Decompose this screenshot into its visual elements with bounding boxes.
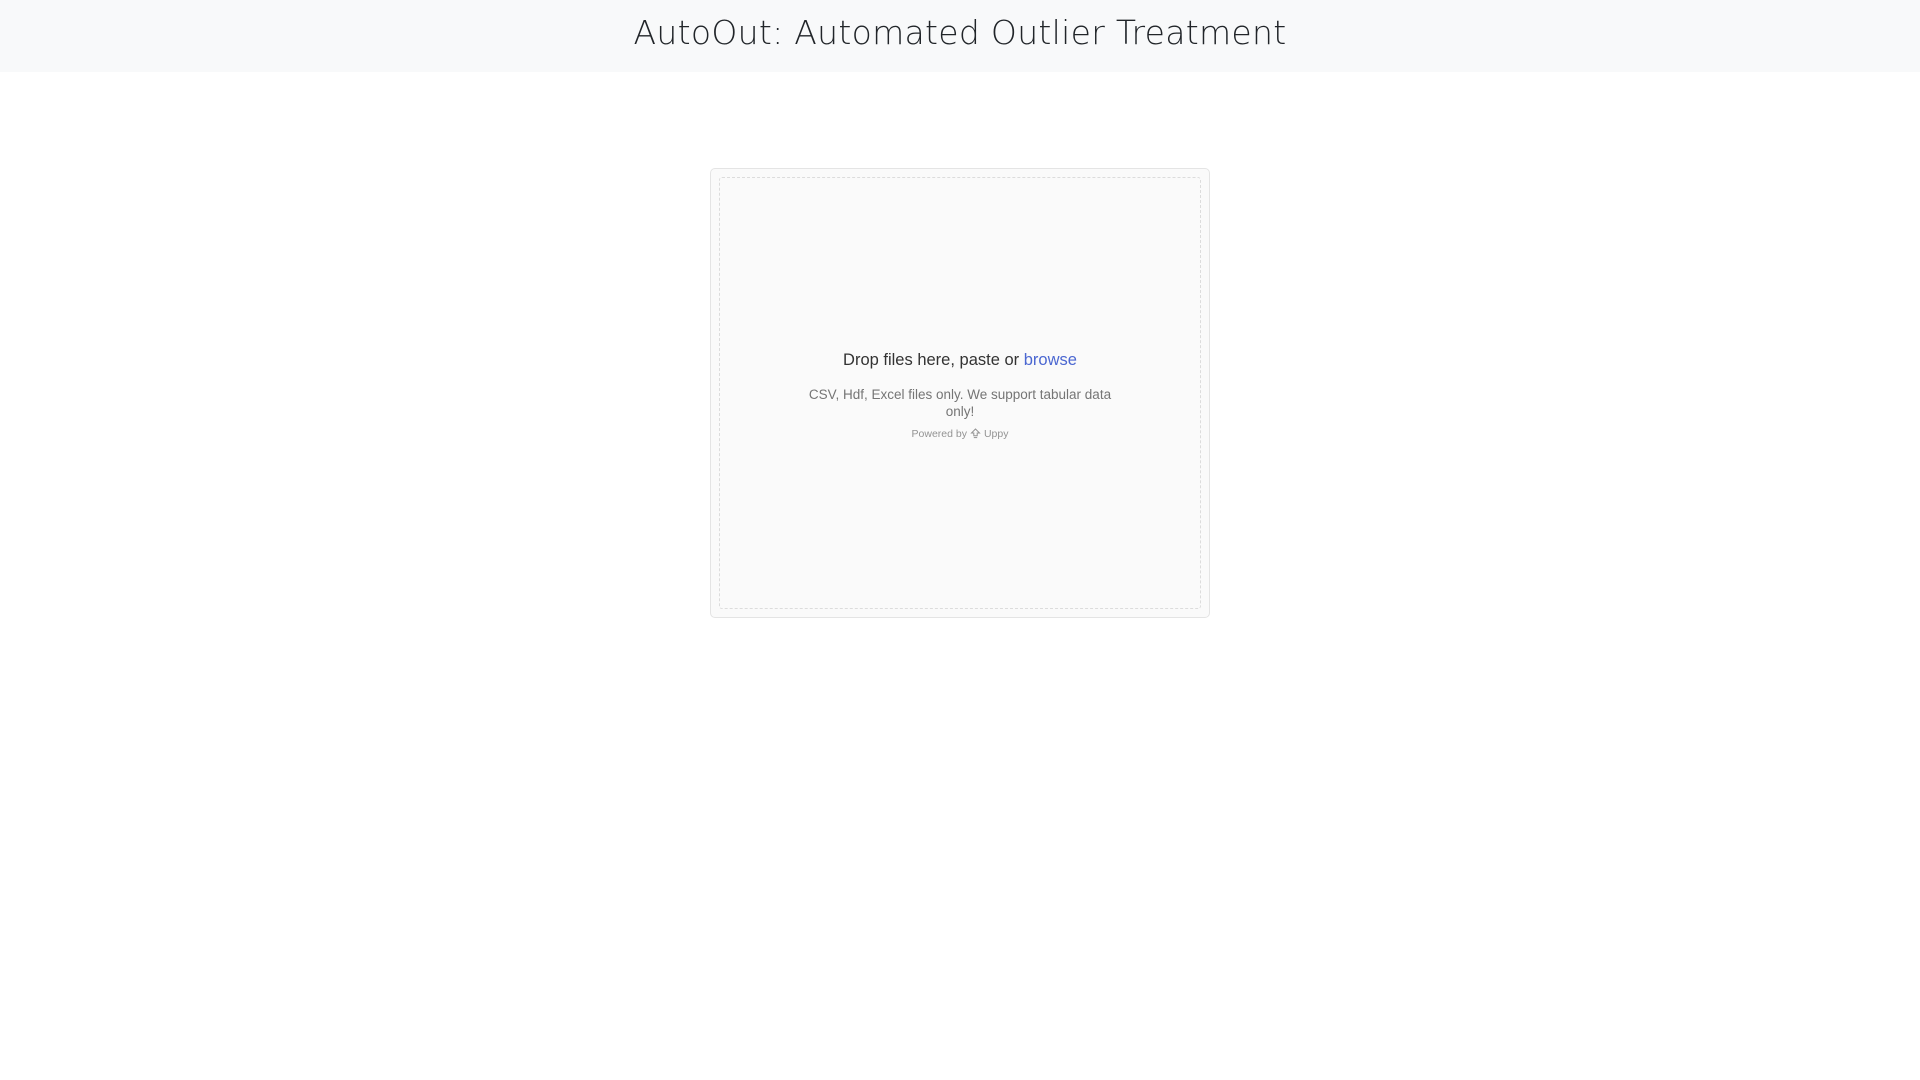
file-type-note: CSV, Hdf, Excel files only. We support t…: [808, 386, 1112, 419]
browse-button[interactable]: browse: [1024, 351, 1077, 370]
drop-instructions-text: Drop files here, paste or: [843, 350, 1020, 369]
top-navbar: AutoOut: Automated Outlier Treatment: [0, 0, 1920, 72]
drop-zone[interactable]: Drop files here, paste or browse CSV, Hd…: [719, 177, 1201, 609]
drop-instructions: Drop files here, paste or browse: [843, 351, 1077, 370]
uppy-brand-name: Uppy: [983, 427, 1009, 440]
page-title: AutoOut: Automated Outlier Treatment: [633, 12, 1287, 52]
powered-by-label: Powered by: [911, 427, 967, 440]
file-uploader: Drop files here, paste or browse CSV, Hd…: [710, 168, 1210, 618]
powered-by: Powered by Uppy: [912, 428, 1009, 440]
uppy-logo-icon: [970, 428, 981, 439]
